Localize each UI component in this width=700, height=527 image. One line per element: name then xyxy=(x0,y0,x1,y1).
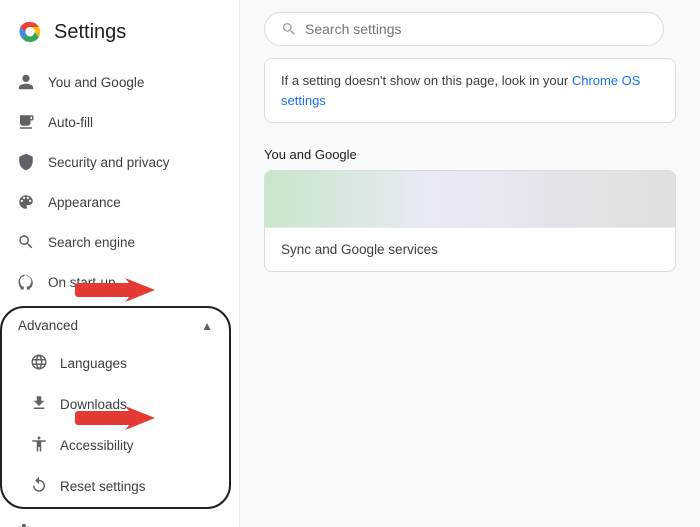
sidebar-item-security-label: Security and privacy xyxy=(48,155,215,170)
sidebar-item-security-privacy[interactable]: Security and privacy xyxy=(0,142,231,182)
account-preview xyxy=(265,171,675,227)
section-heading-you-and-google: You and Google xyxy=(240,139,700,170)
startup-icon xyxy=(16,272,36,292)
sync-label: Sync and Google services xyxy=(281,242,438,257)
sidebar-item-accessibility-label: Accessibility xyxy=(60,438,213,453)
badge-icon xyxy=(16,112,36,132)
search-engine-icon xyxy=(16,232,36,252)
sidebar-item-accessibility[interactable]: Accessibility xyxy=(2,425,229,466)
sidebar-item-appearance-label: Appearance xyxy=(48,195,215,210)
sidebar-item-search-engine[interactable]: Search engine xyxy=(0,222,231,262)
sidebar-item-downloads-label: Downloads xyxy=(60,397,213,412)
sidebar-item-you-and-google-label: You and Google xyxy=(48,75,215,90)
search-bar xyxy=(264,12,664,46)
shield-icon xyxy=(16,152,36,172)
sidebar-item-auto-fill-label: Auto-fill xyxy=(48,115,215,130)
chevron-up-icon: ▲ xyxy=(201,319,213,333)
sidebar-item-reset-settings-label: Reset settings xyxy=(60,479,213,494)
sidebar-header: Settings xyxy=(0,10,239,62)
sidebar-item-reset-settings[interactable]: Reset settings xyxy=(2,466,229,507)
sidebar-item-on-startup-label: On start-up xyxy=(48,275,215,290)
sidebar-item-you-and-google[interactable]: You and Google xyxy=(0,62,231,102)
extensions-icon xyxy=(16,523,34,527)
info-banner-text: If a setting doesn't show on this page, … xyxy=(281,73,572,88)
accessibility-icon xyxy=(30,435,48,456)
main-content: If a setting doesn't show on this page, … xyxy=(240,0,700,527)
sidebar-title: Settings xyxy=(54,21,126,44)
sidebar-item-on-startup[interactable]: On start-up xyxy=(0,262,231,302)
sidebar-item-languages-label: Languages xyxy=(60,356,213,371)
sync-item[interactable]: Sync and Google services xyxy=(265,227,675,271)
settings-card-you-and-google: Sync and Google services xyxy=(264,170,676,272)
search-bar-container xyxy=(240,0,700,58)
search-input[interactable] xyxy=(305,21,647,37)
palette-icon xyxy=(16,192,36,212)
download-icon xyxy=(30,394,48,415)
sidebar-item-appearance[interactable]: Appearance xyxy=(0,182,231,222)
advanced-label: Advanced xyxy=(18,318,78,333)
advanced-header[interactable]: Advanced ▲ xyxy=(2,308,229,343)
sidebar-item-downloads[interactable]: Downloads xyxy=(2,384,229,425)
sidebar: Settings You and Google Auto-fill Securi… xyxy=(0,0,240,527)
sidebar-item-auto-fill[interactable]: Auto-fill xyxy=(0,102,231,142)
search-icon xyxy=(281,21,297,37)
person-icon xyxy=(16,72,36,92)
reset-icon xyxy=(30,476,48,497)
globe-icon xyxy=(30,353,48,374)
advanced-section: Advanced ▲ Languages Downloads Accessibi… xyxy=(0,306,231,509)
chrome-logo-icon xyxy=(16,18,44,46)
info-banner: If a setting doesn't show on this page, … xyxy=(264,58,676,123)
sidebar-item-search-engine-label: Search engine xyxy=(48,235,215,250)
sidebar-item-extensions[interactable]: Extensions ↗ xyxy=(0,513,231,527)
sidebar-item-languages[interactable]: Languages xyxy=(2,343,229,384)
